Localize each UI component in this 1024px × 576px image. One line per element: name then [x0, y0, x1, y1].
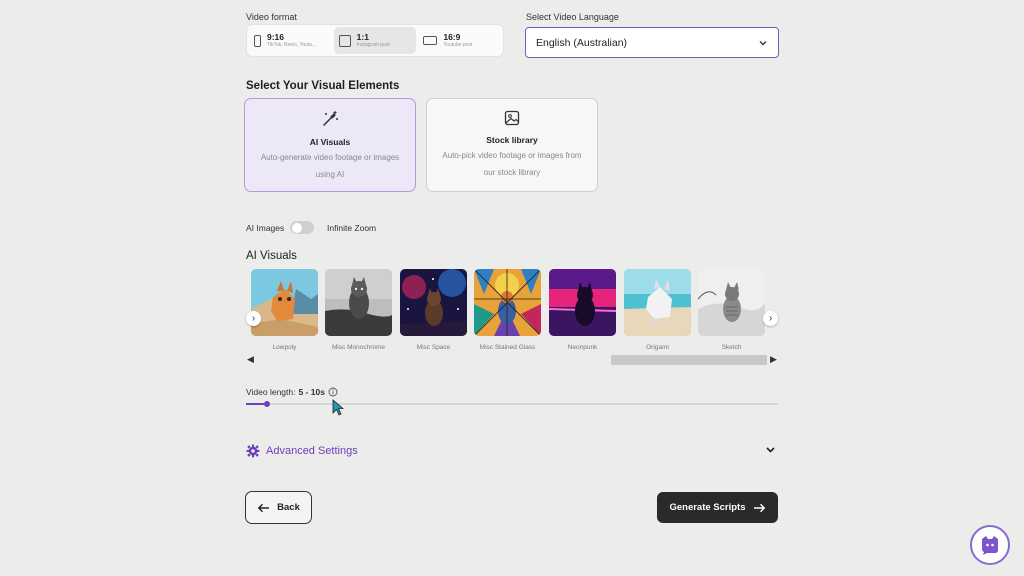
info-icon[interactable] — [328, 387, 338, 397]
back-button-label: Back — [277, 502, 300, 513]
video-length-label: Video length: — [246, 387, 296, 397]
video-length-value: 5 - 10s — [298, 387, 325, 397]
ai-visuals-title: AI Visuals — [246, 250, 297, 262]
format-option-16-9[interactable]: 16:9 Youtube post — [418, 27, 501, 54]
scroll-left-arrow[interactable]: ◀ — [247, 354, 254, 365]
style-label: Misc Stained Glass — [479, 344, 536, 351]
style-label: Origami — [646, 344, 669, 351]
carousel-prev-button[interactable]: › — [246, 311, 261, 326]
format-option-9-16[interactable]: 9:16 TikTok, Reels, Youtu... — [249, 27, 332, 54]
arrow-right-icon — [753, 503, 765, 512]
style-label: Neonpunk — [567, 344, 598, 351]
style-thumb-misc-space[interactable] — [400, 269, 467, 336]
video-length-row: Video length: 5 - 10s — [246, 387, 338, 397]
visual-elements-title: Select Your Visual Elements — [246, 80, 400, 92]
style-thumb-origami[interactable] — [624, 269, 691, 336]
card-description: Auto-generate video footage or images us… — [260, 153, 400, 179]
style-label: Misc Space — [416, 344, 451, 351]
style-thumb-misc-monochrome[interactable] — [325, 269, 392, 336]
style-thumb-misc-stained-glass[interactable] — [474, 269, 541, 336]
gear-icon — [246, 444, 260, 458]
format-subtitle: Youtube post — [443, 41, 473, 48]
style-thumb-sketch[interactable] — [698, 269, 765, 336]
image-icon — [504, 110, 520, 126]
magic-wand-icon — [323, 111, 338, 126]
stock-library-card[interactable]: Stock library Auto-pick video footage or… — [426, 98, 598, 192]
generate-scripts-button[interactable]: Generate Scripts — [657, 492, 778, 523]
back-button[interactable]: Back — [245, 491, 312, 524]
card-title: Stock library — [486, 135, 538, 145]
square-icon — [338, 34, 351, 47]
style-label: Lowpoly — [272, 344, 297, 351]
horizontal-scrollbar-thumb[interactable] — [611, 355, 767, 365]
format-subtitle: TikTok, Reels, Youtu... — [267, 41, 317, 48]
video-format-label: Video format — [246, 12, 297, 22]
portrait-icon — [254, 34, 261, 47]
card-title: AI Visuals — [309, 137, 351, 147]
language-select[interactable]: English (Australian) — [525, 27, 779, 58]
infinite-zoom-label: Infinite Zoom — [327, 223, 377, 233]
style-label: Sketch — [721, 344, 742, 351]
scroll-right-arrow[interactable]: ▶ — [770, 354, 777, 365]
ai-images-label: AI Images — [246, 223, 285, 233]
advanced-settings-label: Advanced Settings — [266, 445, 358, 457]
style-label: Misc Monochrome — [331, 344, 386, 351]
style-thumb-neonpunk[interactable] — [549, 269, 616, 336]
video-length-slider[interactable] — [246, 403, 778, 405]
language-value: English (Australian) — [536, 36, 628, 49]
style-thumb-lowpoly[interactable] — [251, 269, 318, 336]
format-subtitle: Instagram post — [356, 41, 390, 48]
toggle-knob — [291, 222, 302, 233]
cat-chat-icon — [982, 536, 998, 555]
chevron-right-icon: › — [251, 313, 256, 324]
chevron-down-icon — [759, 40, 767, 45]
language-label: Select Video Language — [526, 12, 619, 22]
ai-visuals-card[interactable]: AI Visuals Auto-generate video footage o… — [244, 98, 416, 192]
carousel-next-button[interactable]: › — [763, 311, 778, 326]
image-mode-toggle[interactable] — [290, 221, 314, 234]
mouse-cursor-icon — [332, 399, 344, 416]
generate-button-label: Generate Scripts — [669, 502, 746, 513]
card-description: Auto-pick video footage or images from o… — [442, 151, 582, 177]
arrow-left-icon — [257, 503, 270, 512]
video-format-selector: 9:16 TikTok, Reels, Youtu... 1:1 Instagr… — [246, 24, 504, 57]
chat-widget-button[interactable] — [970, 525, 1010, 565]
advanced-settings-toggle[interactable]: Advanced Settings — [246, 444, 358, 458]
chevron-right-icon: › — [768, 313, 773, 324]
format-option-1-1[interactable]: 1:1 Instagram post — [333, 27, 417, 54]
slider-handle[interactable] — [264, 401, 271, 407]
landscape-icon — [423, 36, 438, 45]
chevron-down-icon[interactable] — [765, 445, 776, 455]
